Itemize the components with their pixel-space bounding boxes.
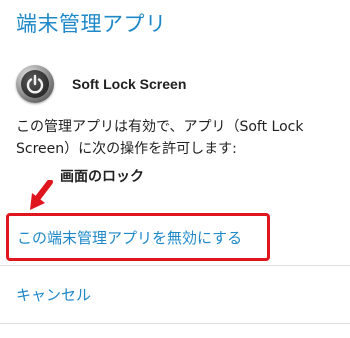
page-title: 端末管理アプリ — [16, 12, 167, 36]
power-icon — [16, 65, 54, 103]
deactivate-admin-label: この端末管理アプリを無効にする — [17, 228, 243, 247]
policy-item: 画面のロック — [60, 169, 144, 185]
app-info: Soft Lock Screen — [16, 64, 186, 104]
permission-description: この管理アプリは有効で、アプリ（Soft Lock Screen）に次の操作を許… — [16, 119, 304, 157]
app-name: Soft Lock Screen — [72, 76, 187, 92]
divider — [0, 323, 350, 324]
cancel-button[interactable]: キャンセル — [16, 284, 91, 305]
deactivate-admin-button[interactable]: この端末管理アプリを無効にする — [6, 213, 270, 261]
divider — [0, 265, 350, 266]
